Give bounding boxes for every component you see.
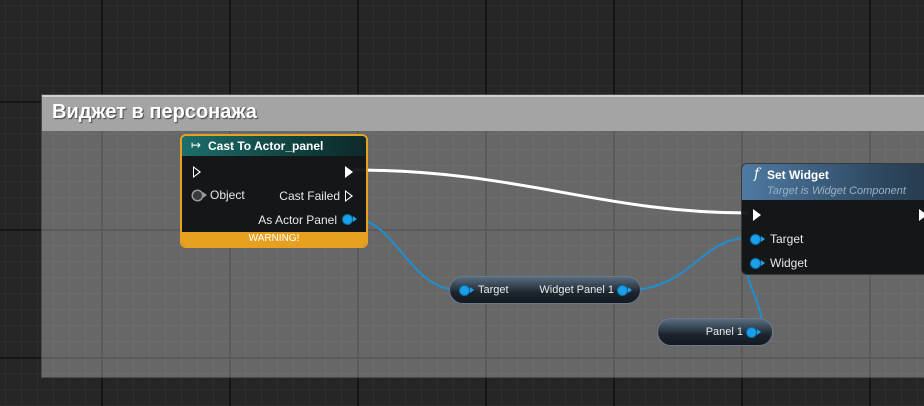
panel-label: Panel 1 (705, 326, 743, 338)
widget-panel-output-label: Widget Panel 1 (539, 284, 614, 296)
panel-variable-node[interactable]: Panel 1 (657, 318, 773, 346)
widget-panel-output-pin[interactable] (618, 286, 632, 295)
cast-failed-pin-label: Cast Failed (279, 189, 340, 203)
exec-output-pin[interactable] (345, 166, 353, 178)
set-widget-exec-output-pin[interactable] (919, 209, 924, 221)
set-widget-exec-input-pin[interactable] (753, 209, 761, 221)
as-actor-panel-output-pin[interactable] (343, 215, 357, 224)
exec-wire (352, 168, 750, 215)
set-widget-title: Set Widget (767, 168, 829, 182)
warning-bar: WARNING! (182, 232, 366, 246)
object-wire-widgetpanel-to-target (627, 237, 749, 291)
set-widget-target-pin[interactable] (751, 235, 765, 244)
set-widget-header[interactable]: f Set Widget Target is Widget Component (742, 164, 924, 200)
object-input-pin[interactable] (193, 191, 207, 200)
as-actor-panel-pin-label: As Actor Panel (258, 213, 337, 227)
cast-node-title: Cast To Actor_panel (208, 139, 324, 153)
widget-panel-variable-node[interactable]: Target Widget Panel 1 (449, 276, 641, 304)
function-icon: f (754, 166, 760, 182)
object-pin-label: Object (210, 188, 245, 202)
cast-to-actor-panel-node[interactable]: ↦ Cast To Actor_panel Object Cast Failed… (180, 134, 368, 248)
set-widget-widget-label: Widget (770, 256, 808, 270)
exec-input-pin[interactable] (193, 166, 201, 178)
widget-panel-target-label: Target (478, 284, 509, 296)
panel-output-pin[interactable] (747, 328, 761, 337)
object-wire-cast-to-target (353, 218, 459, 291)
cast-node-header[interactable]: ↦ Cast To Actor_panel (182, 136, 366, 156)
widget-panel-target-pin[interactable] (460, 286, 474, 295)
set-widget-target-label: Target (770, 232, 804, 246)
set-widget-node[interactable]: f Set Widget Target is Widget Component … (741, 163, 924, 275)
cast-failed-exec-pin[interactable] (345, 190, 353, 202)
set-widget-widget-pin[interactable] (751, 259, 765, 268)
set-widget-subtitle: Target is Widget Component (767, 185, 906, 197)
cast-arrow-icon: ↦ (191, 138, 202, 152)
